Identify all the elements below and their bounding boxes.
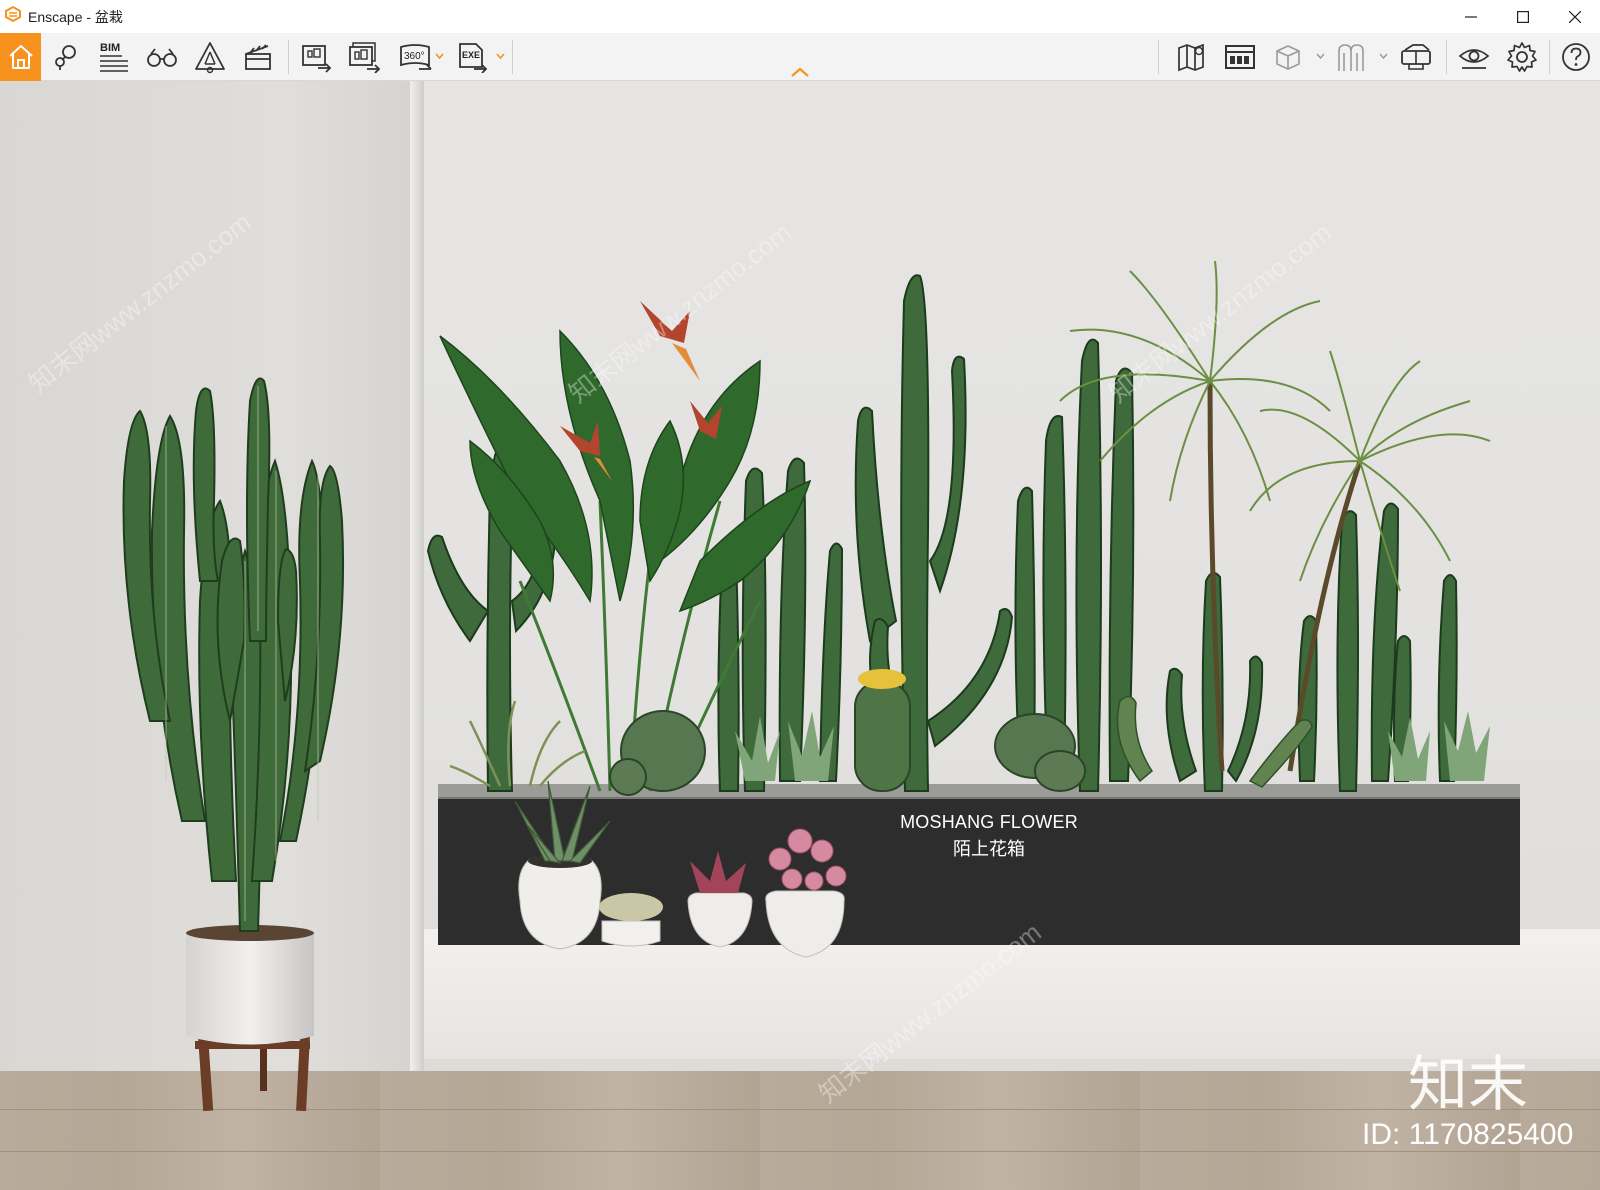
close-icon <box>1569 10 1581 23</box>
plant-scene <box>122 260 1520 1112</box>
window-title: Enscape - 盆栽 <box>28 9 123 25</box>
visual-settings-button[interactable] <box>1454 37 1494 77</box>
binoculars-icon <box>147 48 177 67</box>
bim-icon: BIM <box>100 42 128 72</box>
watermark-logo: 知末 <box>1408 1050 1528 1120</box>
chevron-down-icon <box>434 53 444 59</box>
walk-mode-button[interactable] <box>142 37 182 77</box>
clapperboard-icon <box>245 44 271 70</box>
toolbar-separator <box>288 40 289 74</box>
exe-label: EXE <box>462 50 480 60</box>
render-image-button[interactable] <box>296 37 336 77</box>
settings-button[interactable] <box>1502 37 1542 77</box>
location-pin-icon <box>55 45 76 70</box>
planter-brand-en: MOSHANG FLOWER <box>900 812 1078 832</box>
bim-label: BIM <box>100 42 120 54</box>
maximize-button[interactable] <box>1500 0 1546 33</box>
exe-export-icon: EXE <box>459 43 488 73</box>
video-editor-button[interactable] <box>238 37 278 77</box>
bim-button[interactable]: BIM <box>94 37 134 77</box>
triangle-warning-icon <box>195 42 225 74</box>
batch-render-button[interactable] <box>344 37 384 77</box>
cube-view-button[interactable] <box>1268 37 1308 77</box>
map-button[interactable] <box>1172 37 1212 77</box>
batch-render-icon <box>349 42 381 73</box>
minimize-button[interactable] <box>1448 0 1494 33</box>
export-dropdown[interactable] <box>495 52 505 60</box>
section-view-button[interactable] <box>1331 37 1371 77</box>
chevron-down-icon <box>495 53 505 59</box>
view-management-button[interactable] <box>46 37 86 77</box>
cube-view-dropdown[interactable] <box>1315 52 1325 60</box>
render-screenshot-icon <box>302 45 332 73</box>
panorama-360-icon: 360° <box>400 44 432 70</box>
issues-button[interactable] <box>190 37 230 77</box>
asset-library-button[interactable] <box>1220 37 1260 77</box>
help-button[interactable] <box>1556 37 1596 77</box>
toolbar-separator <box>1158 40 1159 74</box>
main-toolbar: BIM 360° EXE <box>0 33 1600 81</box>
home-icon <box>8 45 33 69</box>
maximize-icon <box>1517 10 1529 23</box>
vr-headset-icon <box>1401 44 1431 70</box>
collapse-toolbar-chevron-icon[interactable] <box>789 65 811 79</box>
enscape-logo-icon <box>5 6 21 22</box>
watermark-id: ID: 1170825400 <box>1362 1118 1574 1151</box>
section-view-icon <box>1338 44 1364 71</box>
export-exe-button[interactable]: EXE <box>452 37 492 77</box>
close-button[interactable] <box>1552 0 1598 33</box>
chevron-down-icon <box>1378 53 1388 59</box>
cube-view-icon <box>1276 45 1300 70</box>
toolbar-separator <box>1549 40 1550 74</box>
chevron-down-icon <box>1315 53 1325 59</box>
help-icon <box>1562 43 1590 71</box>
panorama-dropdown[interactable] <box>434 52 444 60</box>
gear-icon <box>1507 42 1537 72</box>
toolbar-separator <box>1446 40 1447 74</box>
map-icon <box>1178 43 1204 72</box>
left-potted-cactus <box>122 377 345 1112</box>
panorama-button[interactable]: 360° <box>396 37 436 77</box>
minimize-icon <box>1465 15 1477 18</box>
render-viewport[interactable]: MOSHANG FLOWER 陌上花箱 知末网www.znzmo.com 知末网… <box>0 81 1600 1190</box>
title-bar: Enscape - 盆栽 <box>0 0 1600 33</box>
visual-settings-icon <box>1458 49 1490 69</box>
home-button[interactable] <box>0 33 41 81</box>
toolbar-separator <box>512 40 513 74</box>
panorama-label: 360° <box>404 51 425 62</box>
planter-brand-cn: 陌上花箱 <box>953 839 1025 859</box>
section-view-dropdown[interactable] <box>1378 52 1388 60</box>
asset-library-icon <box>1225 45 1255 69</box>
vr-headset-button[interactable] <box>1396 37 1436 77</box>
